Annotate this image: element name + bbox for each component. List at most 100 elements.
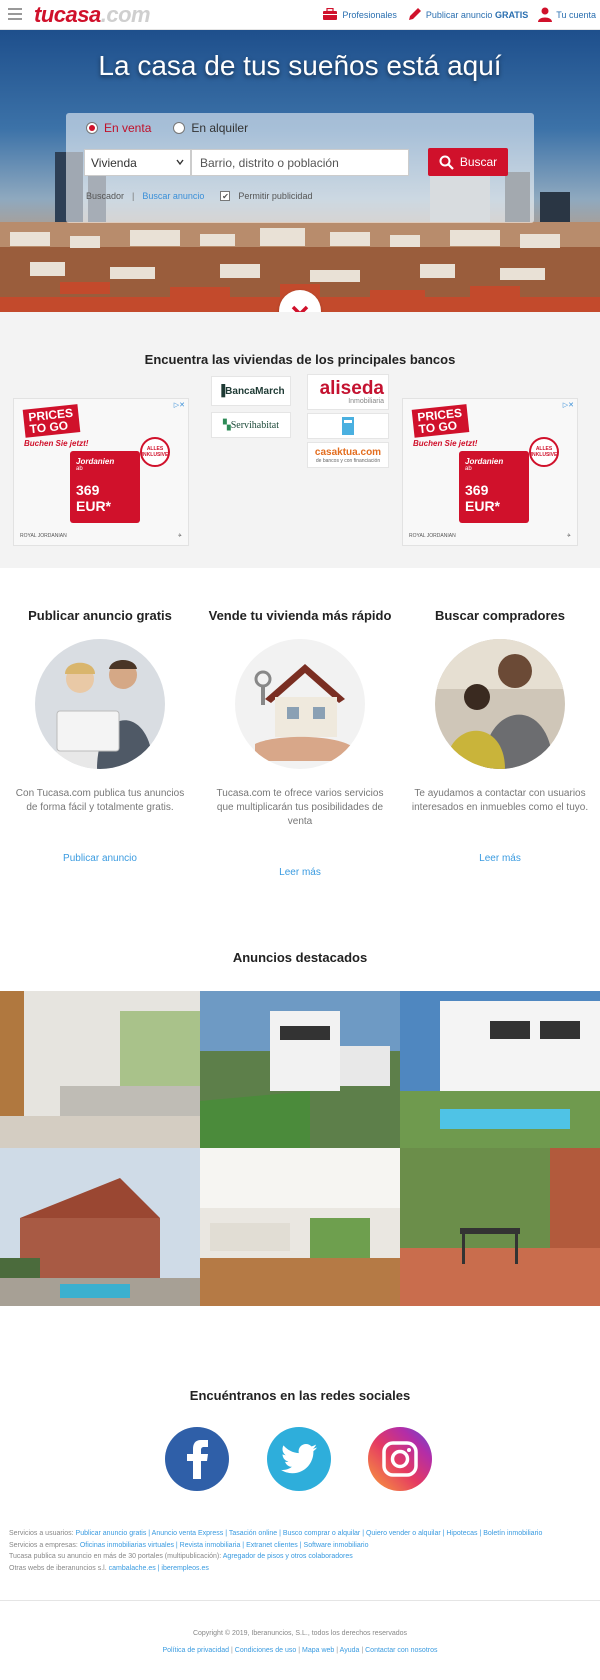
feature-title: Buscar compradores [434, 608, 566, 623]
ad-seal: ALLES INKLUSIVE [140, 437, 170, 467]
account-label: Tu cuenta [556, 9, 596, 20]
feature-title: Publicar anuncio gratis [28, 608, 172, 623]
ad-footer: ROYAL JORDANIAN ✈ [409, 533, 571, 539]
users-services-links[interactable]: Publicar anuncio gratis | Anuncio venta … [76, 1530, 543, 1537]
sitemap-link[interactable]: Mapa web [302, 1647, 334, 1654]
business-services-label: Servicios a empresas: [9, 1541, 78, 1549]
banks-section: Encuentra las viviendas de los principal… [0, 312, 600, 568]
feature-title: Vende tu vivienda más rápido [208, 608, 392, 623]
radio-sale-label: En venta [104, 121, 152, 135]
ad-book-text: Buchen Sie jetzt! [413, 439, 478, 448]
casaktua-logo[interactable]: casaktua.com de bancos y con financiació… [307, 442, 389, 468]
search-sublinks: Buscador | Buscar anuncio ✔ Permitir pub… [86, 191, 312, 201]
ad-from: ab [465, 466, 472, 472]
ad-offer-card: Jordanien ab 369 EUR* [459, 451, 529, 523]
ad-price: 369 EUR* [465, 482, 501, 514]
ad-choices-icon[interactable]: ▷✕ [563, 401, 574, 409]
ad-footer: ROYAL JORDANIAN ✈ [20, 533, 182, 539]
publish-free-link[interactable]: Publicar anuncio GRATIS [407, 7, 528, 22]
footer-users-services: Servicios a usuarios: Publicar anuncio g… [9, 1528, 594, 1540]
allow-ads-checkbox[interactable]: ✔ [220, 191, 231, 201]
listing-photo-modern-house[interactable] [200, 991, 400, 1148]
search-icon [439, 155, 454, 170]
couple-laptop-photo [35, 639, 165, 769]
privacy-policy-link[interactable]: Política de privacidad [163, 1647, 230, 1654]
listing-photo-living-room[interactable] [200, 1148, 400, 1306]
search-ad-link[interactable]: Buscar anuncio [142, 191, 204, 201]
listing-photo-kitchen[interactable] [0, 991, 200, 1148]
ad-choices-icon[interactable]: ▷✕ [174, 401, 185, 409]
location-search-input[interactable] [191, 149, 409, 176]
search-button-label: Buscar [459, 155, 498, 169]
hero-title: La casa de tus sueños está aquí [98, 50, 502, 81]
twitter-link[interactable] [267, 1427, 331, 1491]
business-services-links[interactable]: Oficinas inmobiliarias virtuales | Revis… [80, 1542, 369, 1549]
haya-logo[interactable] [307, 413, 389, 439]
bancamarch-text: ▐BancaMarch [217, 385, 284, 397]
ad-seal: ALLES INKLUSIVE [529, 437, 559, 467]
aliseda-sublabel: Inmobiliaria [348, 397, 384, 405]
bancamarch-mark-icon: ▐ [217, 385, 226, 397]
hamburger-menu-icon[interactable] [8, 8, 22, 20]
bancamarch-label: BancaMarch [225, 386, 285, 397]
aliseda-logo[interactable]: aliseda Inmobiliaria [307, 374, 389, 410]
social-title: Encuéntranos en las redes sociales [189, 1388, 411, 1403]
portals-text: Tucasa publica su anuncio en más de 30 p… [9, 1553, 222, 1560]
copyright-text: Copyright © 2019, Iberanuncios, S.L., to… [192, 1630, 408, 1637]
other-sites-links[interactable]: cambalache.es | iberempleos.es [109, 1565, 209, 1572]
ad-prices-badge: PRICES TO GO [411, 404, 470, 438]
listing-photo-pool-house[interactable] [400, 991, 600, 1148]
terms-of-use-link[interactable]: Condiciones de uso [235, 1647, 297, 1654]
listing-photo-terrace[interactable] [400, 1148, 600, 1306]
radio-rent-button[interactable] [173, 122, 186, 134]
help-link[interactable]: Ayuda [340, 1647, 360, 1654]
listing-photo-brick-house[interactable] [0, 1148, 200, 1306]
feature-text: Con Tucasa.com publica tus anuncios de f… [15, 788, 185, 813]
site-logo[interactable]: tucasa.com [34, 2, 151, 28]
facebook-link[interactable] [165, 1427, 229, 1491]
searcher-link[interactable]: Buscador [86, 191, 124, 201]
ad-togo-text: TO GO [29, 418, 69, 437]
feature-publish: Publicar anuncio gratis Con Tucasa.com p… [0, 608, 200, 864]
ad-banner-right[interactable]: ▷✕ PRICES TO GO Buchen Sie jetzt! Jordani… [402, 398, 578, 546]
publish-ad-link[interactable]: Publicar anuncio [0, 853, 200, 864]
ad-banner-left[interactable]: ▷✕ PRICES TO GO Buchen Sie jetzt! Jordani… [13, 398, 189, 546]
bancamarch-logo[interactable]: ▐BancaMarch [211, 376, 291, 406]
users-services-label: Servicios a usuarios: [9, 1530, 74, 1537]
ad-destination: Jordanien [465, 457, 504, 466]
read-more-link[interactable]: Leer más [400, 853, 600, 864]
radio-rent-label: En alquiler [191, 121, 249, 135]
pencil-icon [408, 8, 421, 20]
property-type-select[interactable]: Vivienda [84, 149, 191, 176]
servihabitat-logo[interactable]: ▚Servihabitat [211, 412, 291, 438]
professionals-link[interactable]: Profesionales [322, 7, 397, 22]
header-nav: Profesionales Publicar anuncio GRATIS Tu… [322, 7, 596, 22]
allow-ads-label: Permitir publicidad [238, 191, 313, 201]
search-button[interactable]: Buscar [428, 148, 508, 176]
account-link[interactable]: Tu cuenta [538, 7, 596, 22]
ad-book-text: Buchen Sie jetzt! [24, 439, 89, 448]
operation-radio-group: En venta En alquiler [86, 121, 248, 135]
featured-listings-title: Anuncios destacados [232, 950, 368, 965]
portals-link[interactable]: Agregador de pisos y otros colaboradores [223, 1553, 353, 1560]
contact-link[interactable]: Contactar con nosotros [365, 1647, 437, 1654]
casaktua-sublabel: de bancos y con financiación [315, 457, 381, 464]
separator: | [132, 191, 135, 201]
instagram-icon [382, 1441, 418, 1477]
radio-rent[interactable]: En alquiler [173, 121, 248, 135]
banks-section-title: Encuentra las viviendas de los principal… [144, 352, 456, 367]
footer-other-sites: Otras webs de iberanuncios s.l. cambalac… [9, 1563, 594, 1575]
radio-sale-button[interactable] [86, 122, 98, 134]
read-more-link[interactable]: Leer más [200, 867, 400, 878]
search-panel: En venta En alquiler Vivienda Buscar Bus… [66, 113, 534, 223]
house-hand-photo [235, 639, 365, 769]
servihabitat-label: Servihabitat [230, 419, 280, 431]
radio-sale[interactable]: En venta [86, 121, 151, 135]
servihabitat-mark-icon: ▚ [222, 419, 231, 431]
haya-logo-icon [342, 417, 354, 435]
other-sites-label: Otras webs de iberanuncios s.l. [9, 1564, 107, 1572]
ad-brand: ROYAL JORDANIAN [409, 533, 456, 539]
user-icon [538, 7, 553, 22]
ad-togo-text: TO GO [418, 418, 458, 437]
instagram-link[interactable] [368, 1427, 432, 1491]
